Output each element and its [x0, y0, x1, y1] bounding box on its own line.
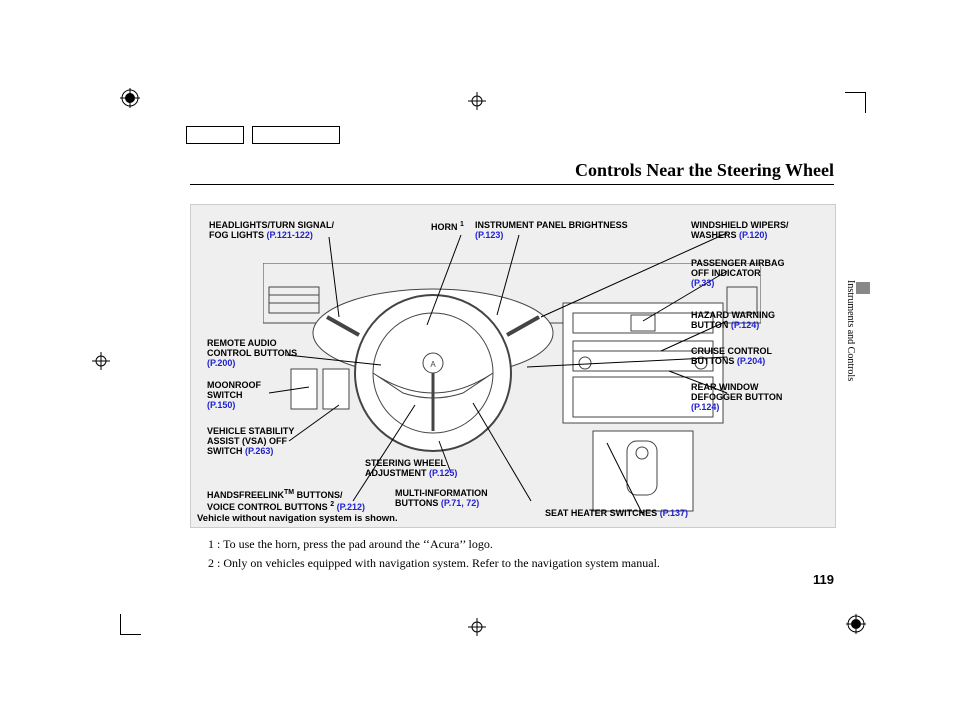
crosshair-icon — [468, 92, 486, 110]
label-steering-adjust: STEERING WHEEL ADJUSTMENT (P.125) — [365, 459, 457, 479]
footnotes: 1 : To use the horn, press the pad aroun… — [208, 536, 660, 574]
label-wipers: WINDSHIELD WIPERS/ WASHERS (P.120) — [691, 221, 789, 241]
label-seat-heater: SEAT HEATER SWITCHES (P.137) — [545, 509, 688, 519]
title-rule — [190, 184, 834, 185]
label-multi-info: MULTI-INFORMATION BUTTONS (P.71, 72) — [395, 489, 488, 509]
cropmark-icon — [845, 92, 866, 113]
label-cruise: CRUISE CONTROL BUTTONS (P.204) — [691, 347, 772, 367]
footnote-2: 2 : Only on vehicles equipped with navig… — [208, 555, 660, 572]
diagram-panel: A — [190, 204, 836, 528]
label-defogger: REAR WINDOW DEFOGGER BUTTON (P.124) — [691, 383, 782, 413]
placeholder-boxes — [186, 126, 348, 149]
footnote-1: 1 : To use the horn, press the pad aroun… — [208, 536, 660, 553]
label-hazard: HAZARD WARNING BUTTON (P.124) — [691, 311, 775, 331]
crosshair-icon — [468, 618, 486, 636]
label-headlights: HEADLIGHTS/TURN SIGNAL/ FOG LIGHTS (P.12… — [209, 221, 334, 241]
page-title: Controls Near the Steering Wheel — [575, 160, 834, 181]
label-airbag-off: PASSENGER AIRBAG OFF INDICATOR (P.33) — [691, 259, 785, 289]
label-horn: HORN 1 — [431, 221, 464, 233]
cropmark-icon — [120, 614, 141, 635]
label-moonroof: MOONROOF SWITCH (P.150) — [207, 381, 261, 411]
diagram-caption: Vehicle without navigation system is sho… — [197, 513, 398, 524]
label-vsa: VEHICLE STABILITY ASSIST (VSA) OFF SWITC… — [207, 427, 294, 457]
label-remote-audio: REMOTE AUDIO CONTROL BUTTONS (P.200) — [207, 339, 297, 369]
registration-mark-icon — [120, 88, 140, 108]
section-label: Instruments and Controls — [842, 280, 856, 381]
page-number: 119 — [813, 572, 834, 587]
label-handsfreelink: HANDSFREELINKTM BUTTONS/ VOICE CONTROL B… — [207, 489, 365, 513]
section-tab — [856, 282, 870, 294]
registration-mark-icon — [846, 614, 866, 634]
crosshair-icon — [92, 352, 110, 370]
label-instrument-brightness: INSTRUMENT PANEL BRIGHTNESS (P.123) — [475, 221, 628, 241]
